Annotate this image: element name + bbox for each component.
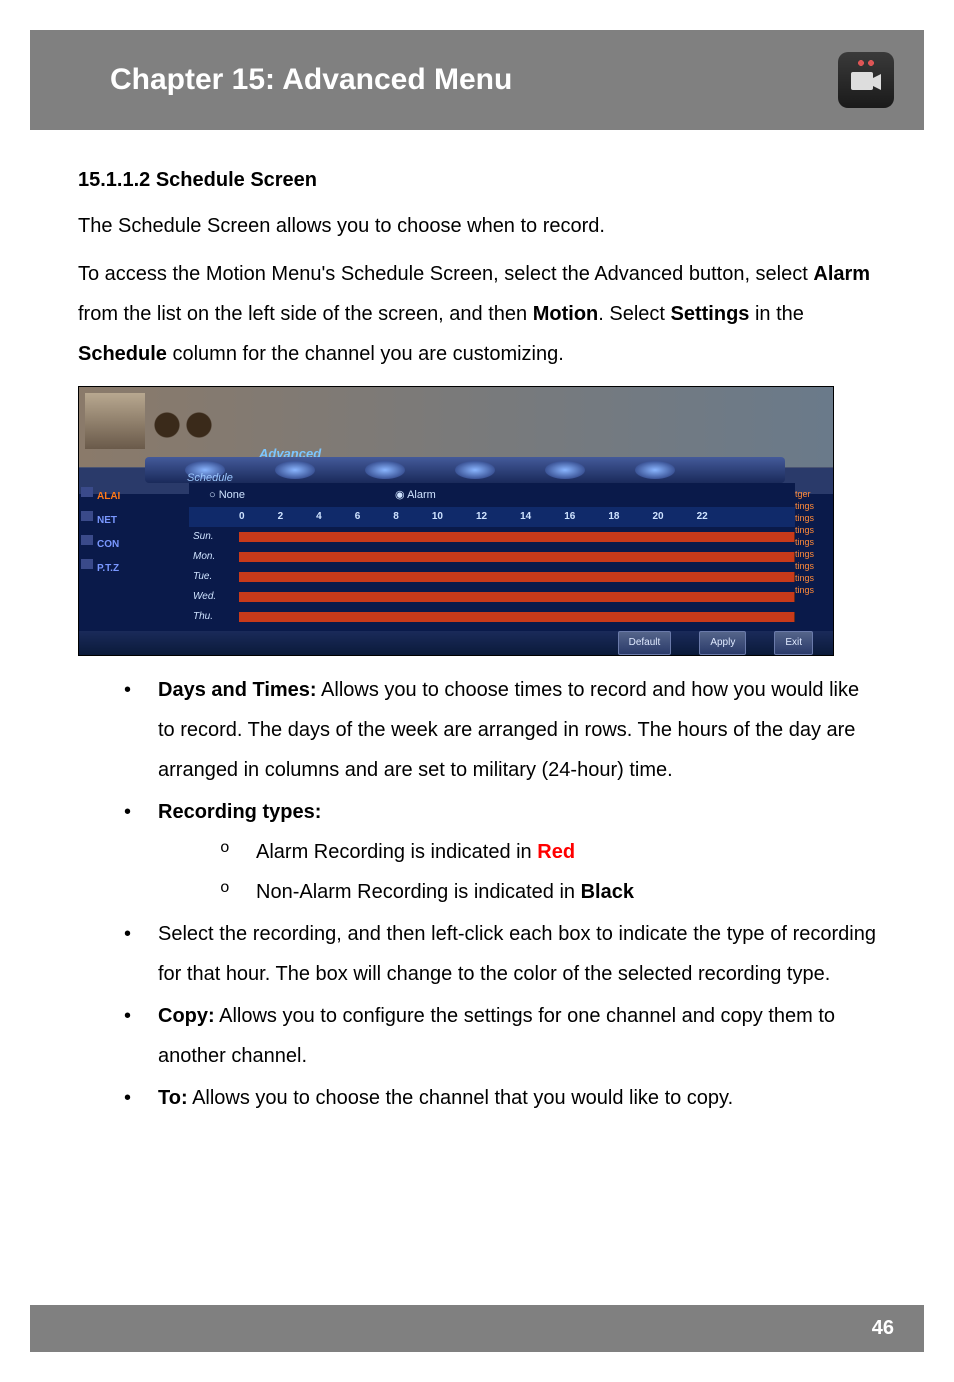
camera-icon (838, 52, 894, 108)
sub-nonalarm-black: Non-Alarm Recording is indicated in Blac… (220, 872, 876, 912)
bullet-text: Allows you to configure the settings for… (158, 1005, 835, 1067)
ss-right-item: tings (795, 533, 833, 545)
ss-hour: 22 (697, 507, 708, 527)
instr-text: from the list on the left side of the sc… (78, 303, 533, 325)
page-number: 46 (872, 1317, 894, 1339)
bullet-copy: Copy: Allows you to configure the settin… (124, 996, 876, 1076)
ss-hour: 18 (608, 507, 619, 527)
red-word: Red (537, 841, 575, 863)
ss-nav-item[interactable]: CON (79, 533, 189, 557)
ss-footer-bar: Default Apply Exit (79, 631, 833, 655)
ss-right-column: tger tings tings tings tings tings tings… (795, 485, 833, 593)
ss-nav-item[interactable]: ALAI (79, 485, 189, 509)
instr-text: in the (749, 303, 803, 325)
ss-footer-exit-button[interactable]: Exit (774, 631, 813, 655)
ss-radio-row: None Alarm (189, 483, 795, 507)
bullet-text: Select the recording, and then left-clic… (158, 914, 876, 994)
chapter-header: Chapter 15: Advanced Menu (30, 30, 924, 130)
ss-right-item: tings (795, 497, 833, 509)
bullet-text: Allows you to choose the channel that yo… (188, 1087, 734, 1109)
ss-people (149, 411, 223, 447)
schedule-screenshot: Advanced Schedule ALAI NET CON P.T.Z tge… (78, 386, 834, 656)
instr-text: column for the channel you are customizi… (167, 343, 564, 365)
ss-left-nav: ALAI NET CON P.T.Z (79, 485, 189, 581)
bullet-list: Days and Times: Allows you to choose tim… (78, 670, 876, 1118)
ss-hour: 20 (652, 507, 663, 527)
intro-text: The Schedule Screen allows you to choose… (78, 206, 876, 246)
instr-bold-alarm: Alarm (813, 263, 870, 285)
ss-hour: 2 (278, 507, 284, 527)
ss-footer-default-button[interactable]: Default (618, 631, 672, 655)
ss-day-cells[interactable] (239, 532, 795, 542)
ss-hour: 6 (355, 507, 361, 527)
content: 15.1.1.2 Schedule Screen The Schedule Sc… (0, 130, 954, 1118)
instr-bold-schedule: Schedule (78, 343, 167, 365)
instr-bold-settings: Settings (671, 303, 750, 325)
bullet-label: Copy: (158, 1005, 215, 1027)
ss-day-cells[interactable] (239, 572, 795, 582)
ss-day-row: Wed. (189, 587, 795, 607)
ss-hour: 10 (432, 507, 443, 527)
ss-hour: 8 (393, 507, 399, 527)
ss-toolbar-icon (275, 461, 315, 479)
ss-door (85, 393, 145, 449)
ss-hour: 12 (476, 507, 487, 527)
ss-radio-none[interactable]: None (209, 484, 245, 506)
bullet-label: Recording types: (158, 801, 321, 823)
ss-day-cells[interactable] (239, 552, 795, 562)
ss-day-label: Wed. (189, 587, 239, 607)
page: Chapter 15: Advanced Menu 15.1.1.2 Sched… (0, 30, 954, 1382)
ss-toolbar-icon (635, 461, 675, 479)
bullet-days-times: Days and Times: Allows you to choose tim… (124, 670, 876, 790)
ss-hours-header: 0 2 4 6 8 10 12 14 16 18 20 22 (189, 507, 795, 527)
sub-text: Alarm Recording is indicated in (256, 841, 537, 863)
ss-right-item: tings (795, 557, 833, 569)
sub-list: Alarm Recording is indicated in Red Non-… (158, 832, 876, 912)
sub-alarm-red: Alarm Recording is indicated in Red (220, 832, 876, 872)
sub-text: Non-Alarm Recording is indicated in (256, 881, 581, 903)
ss-day-label: Thu. (189, 607, 239, 627)
instruction-paragraph: To access the Motion Menu's Schedule Scr… (78, 254, 876, 374)
instr-text: To access the Motion Menu's Schedule Scr… (78, 263, 813, 285)
ss-right-item: tings (795, 509, 833, 521)
ss-right-item: tings (795, 521, 833, 533)
bullet-label: To: (158, 1087, 188, 1109)
ss-day-cells[interactable] (239, 612, 795, 622)
ss-nav-item[interactable]: P.T.Z (79, 557, 189, 581)
ss-day-row: Tue. (189, 567, 795, 587)
ss-day-label: Tue. (189, 567, 239, 587)
instr-bold-motion: Motion (533, 303, 599, 325)
bullet-label: Days and Times: (158, 679, 317, 701)
ss-nav-item[interactable]: NET (79, 509, 189, 533)
chapter-title: Chapter 15: Advanced Menu (110, 63, 512, 97)
page-footer: 46 (30, 1305, 924, 1352)
ss-hour: 4 (316, 507, 322, 527)
bullet-to: To: Allows you to choose the channel tha… (124, 1078, 876, 1118)
ss-radio-alarm[interactable]: Alarm (395, 484, 436, 506)
bullet-select-recording: Select the recording, and then left-clic… (124, 914, 876, 994)
ss-right-item: tings (795, 545, 833, 557)
black-word: Black (581, 881, 634, 903)
ss-right-item: tings (795, 569, 833, 581)
ss-day-row: Thu. (189, 607, 795, 627)
ss-footer-apply-button[interactable]: Apply (699, 631, 746, 655)
ss-hour: 14 (520, 507, 531, 527)
ss-day-row: Sun. (189, 527, 795, 547)
ss-hour: 16 (564, 507, 575, 527)
section-heading: 15.1.1.2 Schedule Screen (78, 160, 876, 200)
ss-day-row: Mon. (189, 547, 795, 567)
ss-day-cells[interactable] (239, 592, 795, 602)
ss-hour: 0 (239, 507, 245, 527)
bullet-recording-types: Recording types: Alarm Recording is indi… (124, 792, 876, 912)
ss-toolbar-icon (455, 461, 495, 479)
ss-day-label: Mon. (189, 547, 239, 567)
ss-toolbar-icon (365, 461, 405, 479)
ss-right-item: tings (795, 581, 833, 593)
ss-day-label: Sun. (189, 527, 239, 547)
ss-toolbar-icon (545, 461, 585, 479)
ss-toolbar (145, 457, 785, 483)
instr-text: . Select (598, 303, 670, 325)
ss-right-item: tger (795, 485, 833, 497)
